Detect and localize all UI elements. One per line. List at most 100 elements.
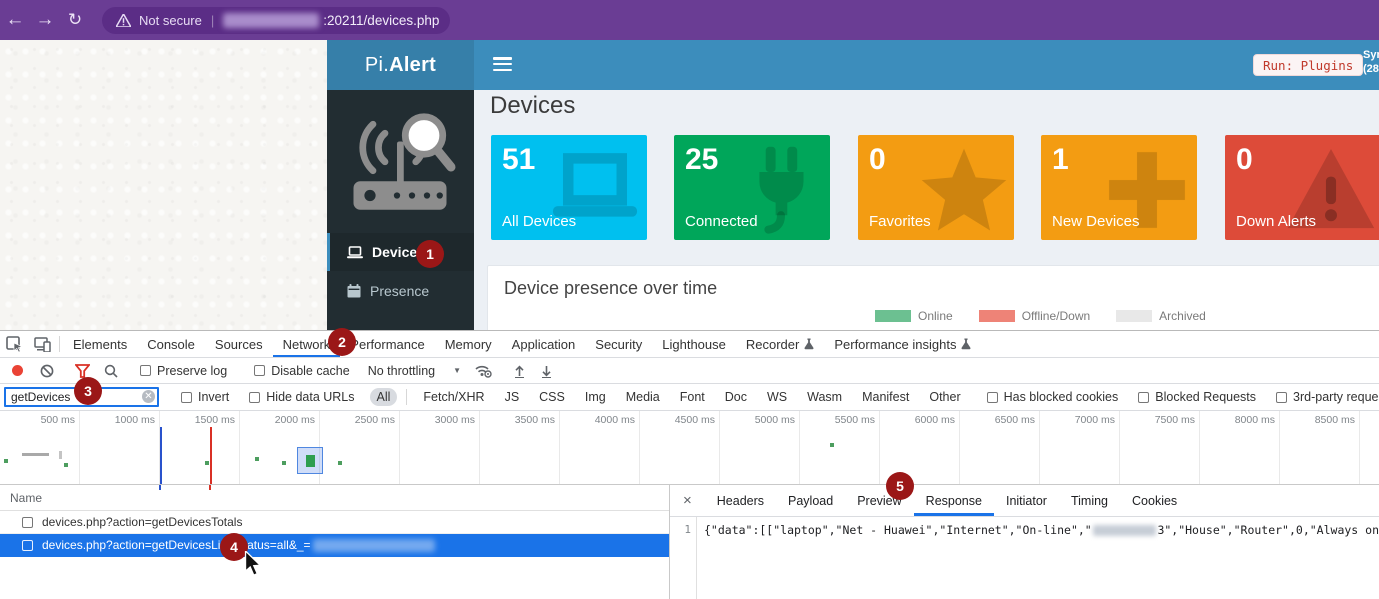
filter-chip-js[interactable]: JS [498, 388, 527, 406]
clear-input-icon[interactable]: ✕ [142, 390, 155, 403]
hide-data-urls-checkbox[interactable]: Hide data URLs [249, 390, 358, 404]
device-toolbar-icon[interactable] [28, 331, 56, 357]
devtools-tab-recorder[interactable]: Recorder [736, 331, 824, 357]
devtools-tab-console[interactable]: Console [137, 331, 205, 357]
filter-chip-img[interactable]: Img [578, 388, 613, 406]
checkbox[interactable] [249, 392, 260, 403]
network-conditions-icon[interactable] [474, 363, 492, 378]
filter-chip-css[interactable]: CSS [532, 388, 572, 406]
app-logo[interactable]: Pi.Alert [327, 40, 474, 90]
request-dot [255, 457, 259, 461]
blocked-requests-checkbox[interactable]: Blocked Requests [1138, 390, 1260, 404]
devtools-tabbar-tabs: ElementsConsoleSourcesNetworkPerformance… [63, 331, 981, 357]
sidebar-toggle-icon[interactable] [493, 57, 512, 73]
line-number: 1 [670, 517, 697, 599]
throttling-select[interactable]: No throttling▼ [368, 364, 461, 378]
clear-icon[interactable] [40, 364, 54, 378]
export-har-icon[interactable] [540, 364, 553, 378]
legend-item-archived[interactable]: Archived [1116, 309, 1206, 323]
filter-chip-doc[interactable]: Doc [718, 388, 754, 406]
not-secure-warning-icon [116, 14, 131, 27]
legend-item-online[interactable]: Online [875, 309, 953, 323]
devtools-tab-lighthouse[interactable]: Lighthouse [652, 331, 736, 357]
checkbox[interactable] [22, 517, 33, 528]
checkbox[interactable] [1138, 392, 1149, 403]
inspect-element-icon[interactable] [0, 331, 28, 357]
devtools-tab-elements[interactable]: Elements [63, 331, 137, 357]
header-corner-text: Sym (28, [1363, 48, 1379, 76]
request-dot [282, 461, 286, 465]
card-value: 25 [685, 143, 718, 177]
card-new-devices[interactable]: 1 New Devices [1041, 135, 1197, 240]
filter-icon[interactable] [75, 364, 90, 378]
search-icon[interactable] [104, 364, 118, 378]
filter-chip-all[interactable]: All [370, 388, 398, 406]
record-button[interactable] [12, 365, 23, 376]
chart-legend: Online Offline/Down Archived [875, 309, 1206, 323]
requests-table-header[interactable]: Name [0, 485, 669, 511]
laptop-icon [347, 246, 363, 259]
detail-tab-headers[interactable]: Headers [705, 485, 776, 516]
page-title: Devices [490, 92, 575, 120]
invert-checkbox[interactable]: Invert [181, 390, 233, 404]
devtools-tab-performance-insights[interactable]: Performance insights [824, 331, 981, 357]
detail-tab-payload[interactable]: Payload [776, 485, 845, 516]
third-party-requests-checkbox[interactable]: 3rd-party requests [1276, 390, 1379, 404]
request-row-totals[interactable]: devices.php?action=getDevicesTotals [0, 511, 669, 534]
timeline-tick-column: 500 ms [0, 411, 80, 484]
card-down-alerts[interactable]: 0 Down Alerts [1225, 135, 1379, 240]
legend-label: Online [918, 309, 953, 323]
close-detail-icon[interactable]: × [670, 485, 705, 516]
detail-tab-initiator[interactable]: Initiator [994, 485, 1059, 516]
timeline-tick-column: 5000 ms [720, 411, 800, 484]
checkbox[interactable] [140, 365, 151, 376]
checkbox[interactable] [987, 392, 998, 403]
checkbox[interactable] [181, 392, 192, 403]
import-har-icon[interactable] [513, 364, 526, 378]
legend-item-offline[interactable]: Offline/Down [979, 309, 1090, 323]
address-bar[interactable]: Not secure | :20211/devices.php [102, 7, 450, 34]
has-blocked-cookies-checkbox[interactable]: Has blocked cookies [987, 390, 1123, 404]
request-row-devices-list[interactable]: devices.php?action=getDevicesList&status… [0, 534, 669, 557]
card-favorites[interactable]: 0 Favorites [858, 135, 1014, 240]
forward-button[interactable]: → [30, 9, 60, 31]
detail-tab-timing[interactable]: Timing [1059, 485, 1120, 516]
timeline-tick-column: 8000 ms [1200, 411, 1280, 484]
preserve-log-checkbox[interactable]: Preserve log [140, 364, 231, 378]
detail-tab-response[interactable]: Response [914, 485, 994, 516]
filter-chip-ws[interactable]: WS [760, 388, 794, 406]
not-secure-label: Not secure [139, 13, 202, 28]
disable-cache-checkbox[interactable]: Disable cache [254, 364, 354, 378]
filter-chip-font[interactable]: Font [673, 388, 712, 406]
filter-chip-manifest[interactable]: Manifest [855, 388, 916, 406]
main-content: Devices 51 All Devices 25 Connected 0 Fa… [474, 90, 1379, 330]
annotation-1: 1 [416, 240, 444, 268]
network-split-view: Name devices.php?action=getDevicesTotals… [0, 485, 1379, 599]
filter-chip-wasm[interactable]: Wasm [800, 388, 849, 406]
checkbox[interactable] [1276, 392, 1287, 403]
filter-chip-media[interactable]: Media [619, 388, 667, 406]
devtools-tab-memory[interactable]: Memory [435, 331, 502, 357]
devtools-tab-application[interactable]: Application [502, 331, 586, 357]
sidebar-item-devices[interactable]: Devices [327, 233, 474, 271]
network-overview-timeline[interactable]: 500 ms1000 ms1500 ms2000 ms2500 ms3000 m… [0, 411, 1379, 485]
devtools-tab-security[interactable]: Security [585, 331, 652, 357]
network-toolbar: Preserve log Disable cache No throttling… [0, 358, 1379, 384]
checkbox[interactable] [22, 540, 33, 551]
card-all-devices[interactable]: 51 All Devices [491, 135, 647, 240]
detail-tab-cookies[interactable]: Cookies [1120, 485, 1189, 516]
response-body[interactable]: 1 {"data":[["laptop","Net - Huawei","Int… [670, 517, 1379, 599]
run-plugins-button[interactable]: Run: Plugins [1253, 54, 1363, 76]
request-type-chips: All Fetch/XHR JS CSS Img Media Font Doc WS Wasm Ma… [367, 388, 971, 406]
filter-chip-fetch-xhr[interactable]: Fetch/XHR [416, 388, 491, 406]
desktop-wallpaper [0, 40, 327, 330]
reload-button[interactable]: ↻ [60, 10, 90, 30]
devtools: ElementsConsoleSourcesNetworkPerformance… [0, 330, 1379, 599]
checkbox[interactable] [254, 365, 265, 376]
back-button[interactable]: ← [0, 9, 30, 31]
filter-chip-other[interactable]: Other [922, 388, 967, 406]
throttling-value: No throttling [368, 364, 435, 378]
devtools-tab-sources[interactable]: Sources [205, 331, 273, 357]
sidebar-item-presence[interactable]: Presence [327, 272, 474, 310]
card-connected[interactable]: 25 Connected [674, 135, 830, 240]
